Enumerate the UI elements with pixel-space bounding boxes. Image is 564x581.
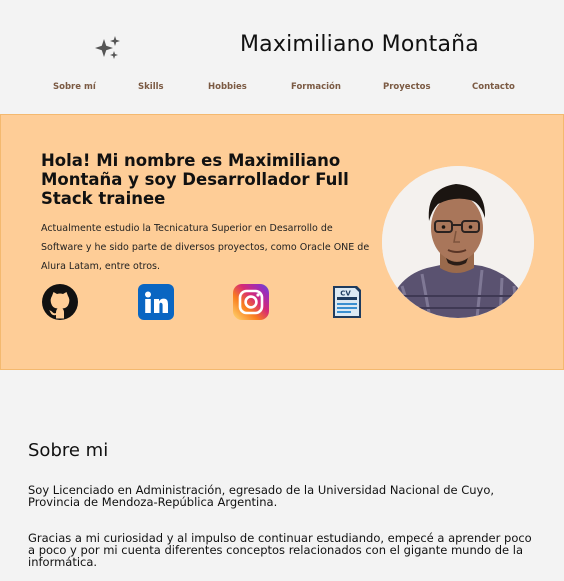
hero-title: Hola! Mi nombre es Maximiliano Montaña y… — [41, 151, 349, 208]
github-icon — [42, 284, 78, 320]
site-header: Maximiliano Montaña Sobre mí Skills Hobb… — [0, 0, 564, 114]
nav-link-proyectos[interactable]: Proyectos — [383, 82, 431, 92]
hero-section: Hola! Mi nombre es Maximiliano Montaña y… — [0, 114, 564, 370]
nav-link-contacto[interactable]: Contacto — [472, 82, 515, 92]
about-paragraph: Gracias a mi curiosidad y al impulso de … — [28, 531, 532, 569]
hero-description: Actualmente estudio la Tecnicatura Super… — [41, 223, 370, 272]
nav-link-sobre-mi[interactable]: Sobre mí — [53, 82, 96, 92]
cv-document-icon: CV — [333, 286, 361, 318]
site-name: Maximiliano Montaña — [240, 32, 479, 57]
profile-portrait-image — [382, 166, 534, 318]
nav-link-skills[interactable]: Skills — [138, 82, 164, 92]
linkedin-link[interactable] — [137, 283, 175, 321]
linkedin-icon — [138, 284, 174, 320]
instagram-icon — [233, 284, 269, 320]
about-section-title: Sobre mi — [28, 440, 109, 461]
cv-download-link[interactable]: CV — [327, 283, 365, 321]
github-link[interactable] — [41, 283, 79, 321]
nav-link-formacion[interactable]: Formación — [291, 82, 341, 92]
about-paragraph: Soy Licenciado en Administración, egresa… — [28, 483, 495, 509]
cv-label: CV — [340, 290, 351, 298]
sparkles-icon — [95, 36, 120, 59]
nav-link-hobbies[interactable]: Hobbies — [208, 82, 247, 92]
profile-photo — [382, 166, 534, 318]
instagram-link[interactable] — [232, 283, 270, 321]
